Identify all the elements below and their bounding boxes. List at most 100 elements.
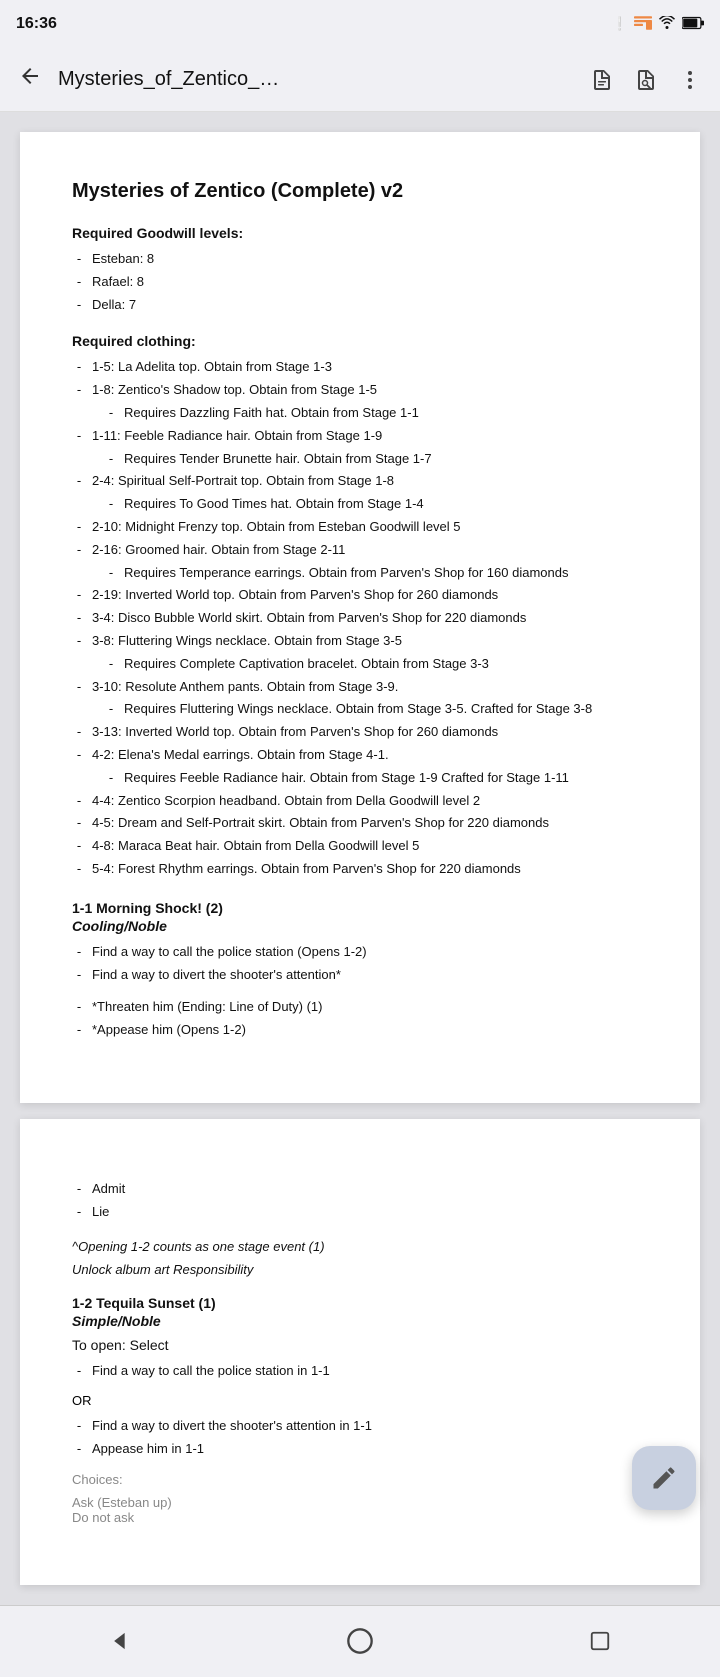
bullet: - (72, 997, 86, 1018)
fab-button[interactable] (632, 1446, 696, 1510)
bullet: - (104, 494, 118, 515)
stage-12-items2: - Find a way to divert the shooter's att… (72, 1416, 648, 1460)
stage-12-toopen: To open: Select (72, 1337, 648, 1353)
sub-item: - Requires Fluttering Wings necklace. Ob… (72, 699, 648, 720)
sub-item: - Requires To Good Times hat. Obtain fro… (72, 494, 648, 515)
list-item: - 2-19: Inverted World top. Obtain from … (72, 585, 648, 606)
item-text: 3-13: Inverted World top. Obtain from Pa… (92, 722, 648, 743)
list-item: - 2-4: Spiritual Self-Portrait top. Obta… (72, 471, 648, 492)
list-item: - 4-5: Dream and Self-Portrait skirt. Ob… (72, 813, 648, 834)
home-nav-button[interactable] (336, 1617, 384, 1665)
sub-text: Requires Dazzling Faith hat. Obtain from… (124, 403, 419, 424)
list-item: - 3-8: Fluttering Wings necklace. Obtain… (72, 631, 648, 652)
stage-12-items: - Find a way to call the police station … (72, 1361, 648, 1382)
bullet: - (72, 965, 86, 986)
item-text: 1-11: Feeble Radiance hair. Obtain from … (92, 426, 648, 447)
back-button[interactable] (10, 60, 50, 99)
item-text: 1-8: Zentico's Shadow top. Obtain from S… (92, 380, 648, 401)
page-1: Mysteries of Zentico (Complete) v2 Requi… (20, 132, 700, 1103)
cast-icon (634, 16, 652, 33)
item-text: Appease him in 1-1 (92, 1439, 648, 1460)
bullet: - (72, 859, 86, 880)
stage-11-heading: 1-1 Morning Shock! (2) (72, 900, 648, 916)
bullet: - (104, 768, 118, 789)
list-item: - 1-11: Feeble Radiance hair. Obtain fro… (72, 426, 648, 447)
notes-icon-button[interactable] (582, 60, 622, 100)
item-text: 4-4: Zentico Scorpion headband. Obtain f… (92, 791, 648, 812)
sub-item: - Requires Feeble Radiance hair. Obtain … (72, 768, 648, 789)
bullet: - (72, 471, 86, 492)
list-item: - Find a way to divert the shooter's att… (72, 1416, 648, 1437)
page2-list: - Admit - Lie (72, 1179, 648, 1223)
list-item: - 2-16: Groomed hair. Obtain from Stage … (72, 540, 648, 561)
recents-nav-button[interactable] (576, 1617, 624, 1665)
battery-icon (682, 16, 704, 33)
item-text: 2-19: Inverted World top. Obtain from Pa… (92, 585, 648, 606)
list-item: - 5-4: Forest Rhythm earrings. Obtain fr… (72, 859, 648, 880)
list-item: - Lie (72, 1202, 648, 1223)
item-text: *Threaten him (Ending: Line of Duty) (1) (92, 997, 648, 1018)
sub-item: - Requires Temperance earrings. Obtain f… (72, 563, 648, 584)
list-item: - Rafael: 8 (72, 272, 648, 293)
choice-item: Ask (Esteban up) (72, 1495, 648, 1510)
or-label: OR (72, 1393, 648, 1408)
app-bar: Mysteries_of_Zentico_… (0, 48, 720, 112)
list-item: - Admit (72, 1179, 648, 1200)
bullet: - (72, 426, 86, 447)
more-options-button[interactable] (670, 60, 710, 100)
clothing-list: - 1-5: La Adelita top. Obtain from Stage… (72, 357, 648, 879)
bullet: - (72, 1020, 86, 1041)
item-text: 2-10: Midnight Frenzy top. Obtain from E… (92, 517, 648, 538)
list-item: - 3-13: Inverted World top. Obtain from … (72, 722, 648, 743)
list-item: - 1-5: La Adelita top. Obtain from Stage… (72, 357, 648, 378)
item-text: Find a way to divert the shooter's atten… (92, 1416, 648, 1437)
list-item: - 1-8: Zentico's Shadow top. Obtain from… (72, 380, 648, 401)
status-time: 16:36 (16, 15, 57, 33)
stage-11-subheading: Cooling/Noble (72, 918, 648, 934)
item-text: 5-4: Forest Rhythm earrings. Obtain from… (92, 859, 648, 880)
goodwill-list: - Esteban: 8 - Rafael: 8 - Della: 7 (72, 249, 648, 315)
unlock-text: Unlock album art Responsibility (72, 1262, 648, 1277)
item-text: 2-4: Spiritual Self-Portrait top. Obtain… (92, 471, 648, 492)
list-item: - 4-8: Maraca Beat hair. Obtain from Del… (72, 836, 648, 857)
list-item: - Find a way to divert the shooter's att… (72, 965, 648, 986)
status-bar: 16:36 ❕ (0, 0, 720, 48)
list-item: - 3-4: Disco Bubble World skirt. Obtain … (72, 608, 648, 629)
item-text: *Appease him (Opens 1-2) (92, 1020, 648, 1041)
stage-12-heading: 1-2 Tequila Sunset (1) (72, 1295, 648, 1311)
choices-label: Choices: (72, 1472, 648, 1487)
list-item: - Della: 7 (72, 295, 648, 316)
bullet: - (104, 699, 118, 720)
sub-text: Requires Fluttering Wings necklace. Obta… (124, 699, 592, 720)
list-item: - 4-2: Elena's Medal earrings. Obtain fr… (72, 745, 648, 766)
bullet: - (72, 1439, 86, 1460)
list-item: - Esteban: 8 (72, 249, 648, 270)
list-item: - 4-4: Zentico Scorpion headband. Obtain… (72, 791, 648, 812)
back-nav-button[interactable] (96, 1617, 144, 1665)
list-item: - Find a way to call the police station … (72, 1361, 648, 1382)
list-item: - Find a way to call the police station … (72, 942, 648, 963)
opening-note: ^Opening 1-2 counts as one stage event (… (72, 1239, 648, 1254)
choices-list: Ask (Esteban up) Do not ask (72, 1495, 648, 1525)
sub-item: - Requires Dazzling Faith hat. Obtain fr… (72, 403, 648, 424)
bullet: - (104, 654, 118, 675)
bullet: - (72, 517, 86, 538)
item-text: 3-10: Resolute Anthem pants. Obtain from… (92, 677, 648, 698)
bullet: - (72, 791, 86, 812)
bullet: - (72, 272, 86, 293)
search-file-button[interactable] (626, 60, 666, 100)
bullet: - (72, 1361, 86, 1382)
bullet: - (72, 1416, 86, 1437)
item-text: Find a way to divert the shooter's atten… (92, 965, 648, 986)
choice-item: Do not ask (72, 1510, 648, 1525)
status-icons: ❕ (612, 16, 704, 33)
bullet: - (72, 836, 86, 857)
bullet: - (72, 677, 86, 698)
item-text: 3-4: Disco Bubble World skirt. Obtain fr… (92, 608, 648, 629)
bullet: - (72, 585, 86, 606)
clothing-heading: Required clothing: (72, 333, 648, 349)
bullet: - (72, 1202, 86, 1223)
page-2: - Admit - Lie ^Opening 1-2 counts as one… (20, 1119, 700, 1585)
list-item: - 3-10: Resolute Anthem pants. Obtain fr… (72, 677, 648, 698)
bullet: - (72, 813, 86, 834)
